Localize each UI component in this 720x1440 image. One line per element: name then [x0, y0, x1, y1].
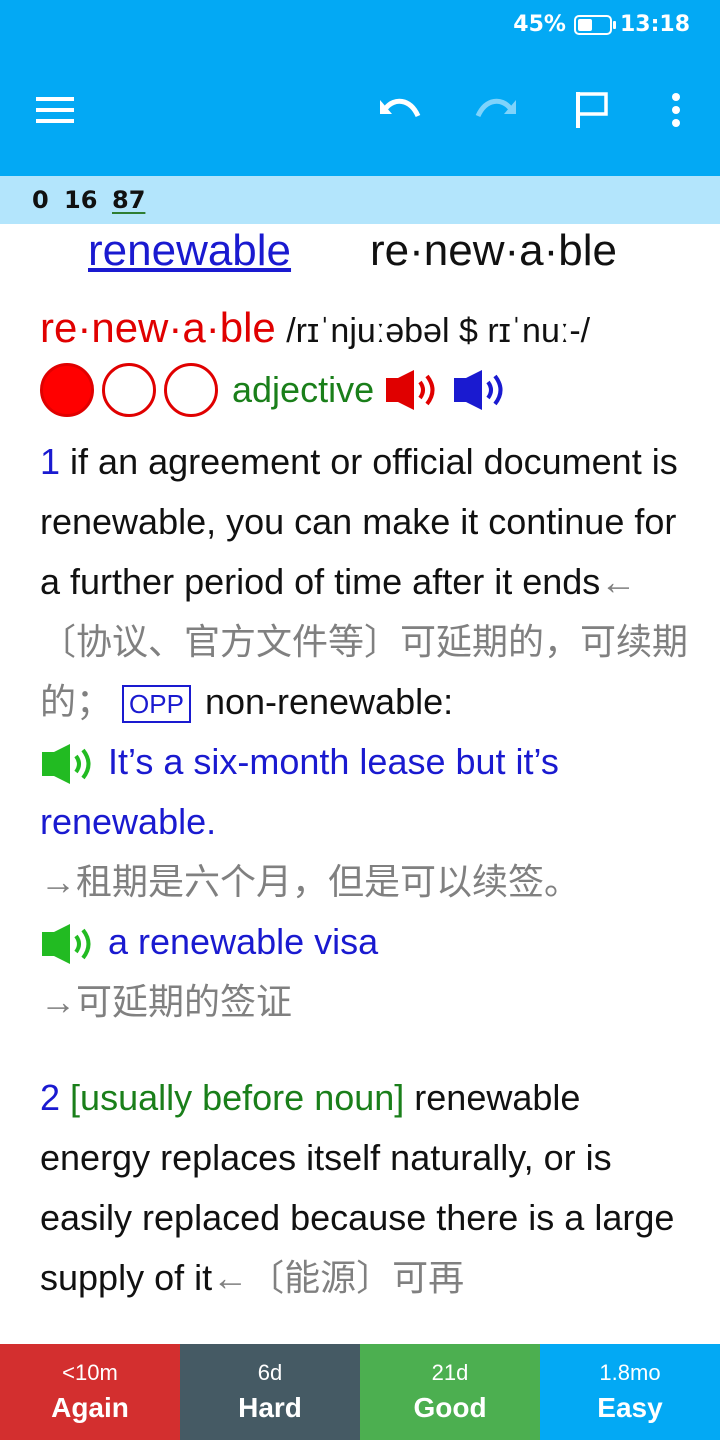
dictionary-entry: re·new·a·ble /rɪˈnjuːəbəl $ rɪˈnuː-/ adj… [40, 304, 690, 1308]
part-of-speech: adjective [232, 369, 375, 410]
easy-interval: 1.8mo [599, 1360, 661, 1385]
good-label: Good [413, 1392, 487, 1423]
example-speaker-icon[interactable] [40, 744, 100, 785]
toolbar [0, 50, 720, 176]
menu-icon[interactable] [26, 78, 86, 142]
example-sentence: It’s a six-month lease but it’s renewabl… [40, 741, 559, 842]
grammar-note: [usually before noun] [70, 1077, 405, 1118]
sense-number: 1 [40, 441, 61, 482]
card-content[interactable]: renewable re·new·a·ble re·new·a·ble /rɪˈ… [0, 224, 720, 1344]
more-vert-icon[interactable] [646, 78, 706, 142]
card-front: renewable re·new·a·ble [0, 224, 720, 284]
easy-label: Easy [597, 1392, 663, 1423]
opposite-word: non-renewable: [204, 681, 454, 722]
battery-percent: 45% [513, 12, 566, 37]
front-word-link[interactable]: renewable [88, 226, 291, 276]
example-speaker-icon[interactable] [40, 924, 100, 965]
example-translation: →租期是六个月，但是可以续签。 [40, 861, 581, 902]
redo-icon[interactable] [466, 78, 526, 142]
opp-badge: OPP [122, 685, 191, 724]
good-button[interactable]: 21d Good [360, 1344, 540, 1440]
sense-number: 2 [40, 1077, 61, 1118]
entry-meta: adjective [40, 358, 690, 422]
again-label: Again [51, 1392, 129, 1423]
review-count: 87 [112, 186, 146, 214]
again-interval: <10m [62, 1360, 118, 1385]
status-bar: 45% 13:18 [0, 0, 720, 50]
hard-label: Hard [238, 1392, 302, 1423]
sense-2: 2 [usually before noun] renewable energy… [40, 1068, 690, 1308]
flag-icon[interactable] [562, 78, 622, 142]
speaker-british-icon[interactable] [384, 368, 442, 412]
frequency-circle-filled [40, 363, 94, 417]
hard-button[interactable]: 6d Hard [180, 1344, 360, 1440]
example-translation: →可延期的签证 [40, 981, 293, 1022]
headword: re·new·a·ble [40, 304, 276, 351]
hard-interval: 6d [257, 1360, 283, 1385]
example-sentence: a renewable visa [108, 921, 379, 962]
pronunciation: /rɪˈnjuːəbəl $ rɪˈnuː-/ [286, 312, 591, 350]
sense-1: 1 if an agreement or official document i… [40, 432, 690, 1032]
sense-definition: if an agreement or official document is … [40, 441, 678, 602]
battery-fill [577, 18, 592, 31]
status-right: 45% 13:18 [513, 12, 690, 37]
frequency-circle-empty [102, 363, 156, 417]
sense-translation: ←〔能源〕可再 [212, 1257, 465, 1298]
good-interval: 21d [431, 1360, 469, 1385]
card-counts-bar: 0 16 87 [0, 176, 720, 224]
easy-button[interactable]: 1.8mo Easy [540, 1344, 720, 1440]
front-syllables: re·new·a·ble [370, 226, 617, 275]
speaker-american-icon[interactable] [452, 368, 510, 412]
frequency-circle-empty [164, 363, 218, 417]
learning-count: 16 [64, 186, 98, 214]
answer-buttons: <10m Again 6d Hard 21d Good 1.8mo Easy [0, 1344, 720, 1440]
again-button[interactable]: <10m Again [0, 1344, 180, 1440]
new-count: 0 [32, 186, 49, 214]
undo-icon[interactable] [370, 78, 430, 142]
clock: 13:18 [619, 12, 690, 37]
battery-icon [573, 14, 616, 35]
